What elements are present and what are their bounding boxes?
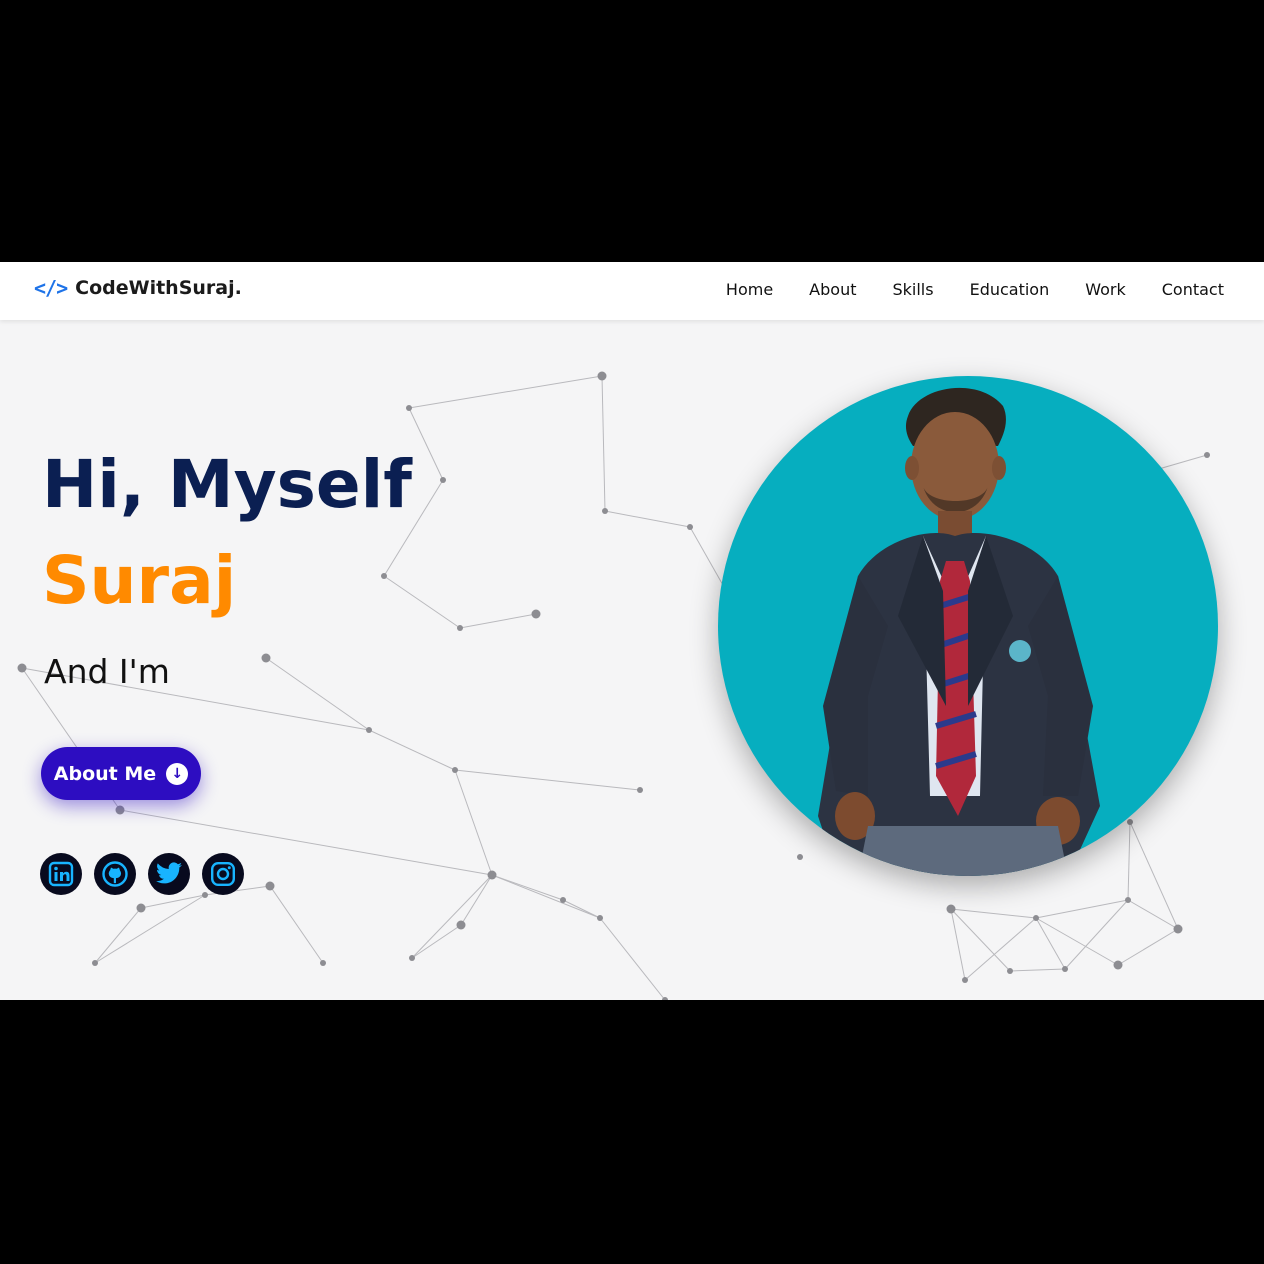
network-line xyxy=(604,510,691,528)
network-node xyxy=(1007,968,1013,974)
hero-greeting: Hi, Myself xyxy=(42,446,412,523)
instagram-icon[interactable] xyxy=(202,853,244,895)
nav-links: Home About Skills Education Work Contact xyxy=(726,280,1224,299)
network-line xyxy=(94,894,206,964)
network-node xyxy=(946,904,956,914)
network-node xyxy=(452,767,458,773)
network-node xyxy=(136,903,146,913)
brand-logo[interactable]: </> CodeWithSuraj. xyxy=(34,276,242,300)
network-node xyxy=(1113,960,1123,970)
network-node xyxy=(602,508,608,514)
network-node xyxy=(92,960,98,966)
network-node xyxy=(637,787,643,793)
network-node xyxy=(320,960,326,966)
network-line xyxy=(491,874,601,919)
avatar-circle-background xyxy=(718,376,1218,876)
network-line xyxy=(1117,928,1179,966)
network-node xyxy=(1125,897,1131,903)
nav-skills[interactable]: Skills xyxy=(892,280,933,299)
network-node xyxy=(440,477,446,483)
network-node xyxy=(962,977,968,983)
nav-work[interactable]: Work xyxy=(1085,280,1126,299)
network-line xyxy=(459,613,537,629)
network-line xyxy=(411,874,493,959)
person-portrait-image xyxy=(818,387,1100,876)
about-me-label: About Me xyxy=(53,762,157,785)
network-line xyxy=(269,885,324,964)
nav-education[interactable]: Education xyxy=(970,280,1050,299)
profile-avatar xyxy=(718,376,1218,876)
brand-name: CodeWithSuraj. xyxy=(75,277,242,299)
network-node xyxy=(1033,915,1039,921)
network-node xyxy=(457,625,463,631)
network-node xyxy=(1173,924,1183,934)
network-line xyxy=(408,407,444,481)
arrow-down-circle-icon: ↓ xyxy=(166,762,189,785)
about-me-button[interactable]: About Me ↓ xyxy=(41,747,201,800)
network-node xyxy=(456,920,466,930)
twitter-icon[interactable] xyxy=(148,853,190,895)
network-line xyxy=(950,908,966,981)
network-line xyxy=(460,874,493,926)
hero-page: </> CodeWithSuraj. Home About Skills Edu… xyxy=(0,262,1264,1000)
code-icon: </> xyxy=(34,276,68,300)
linkedin-icon[interactable] xyxy=(40,853,82,895)
network-line xyxy=(1009,968,1066,972)
social-links xyxy=(40,853,244,895)
network-line xyxy=(950,908,1011,972)
network-node xyxy=(265,881,275,891)
nav-about[interactable]: About xyxy=(809,280,856,299)
network-line xyxy=(562,899,601,919)
nav-home[interactable]: Home xyxy=(726,280,773,299)
network-line xyxy=(368,729,456,771)
network-node xyxy=(115,805,125,815)
network-node xyxy=(597,915,603,921)
network-line xyxy=(950,908,1037,919)
nav-contact[interactable]: Contact xyxy=(1162,280,1224,299)
network-node xyxy=(406,405,412,411)
network-node xyxy=(687,524,693,530)
hero-text: Hi, Myself Suraj And I'm xyxy=(42,446,412,692)
hero-name: Suraj xyxy=(42,542,237,619)
network-line xyxy=(1035,917,1066,970)
github-icon[interactable] xyxy=(94,853,136,895)
network-line xyxy=(454,769,493,876)
network-node xyxy=(531,609,541,619)
network-node xyxy=(17,663,27,673)
network-node xyxy=(409,955,415,961)
network-line xyxy=(454,769,641,791)
network-node xyxy=(1062,966,1068,972)
network-line xyxy=(491,874,564,901)
network-line xyxy=(1127,899,1179,930)
network-line xyxy=(408,375,603,409)
network-node xyxy=(560,897,566,903)
network-line xyxy=(94,907,142,964)
network-line xyxy=(599,917,666,1000)
network-node xyxy=(366,727,372,733)
network-node xyxy=(487,870,497,880)
network-line xyxy=(411,924,462,959)
network-node xyxy=(597,371,607,381)
navbar: </> CodeWithSuraj. Home About Skills Edu… xyxy=(0,262,1264,320)
hero-role: And I'm xyxy=(44,652,170,691)
network-line xyxy=(601,375,606,512)
